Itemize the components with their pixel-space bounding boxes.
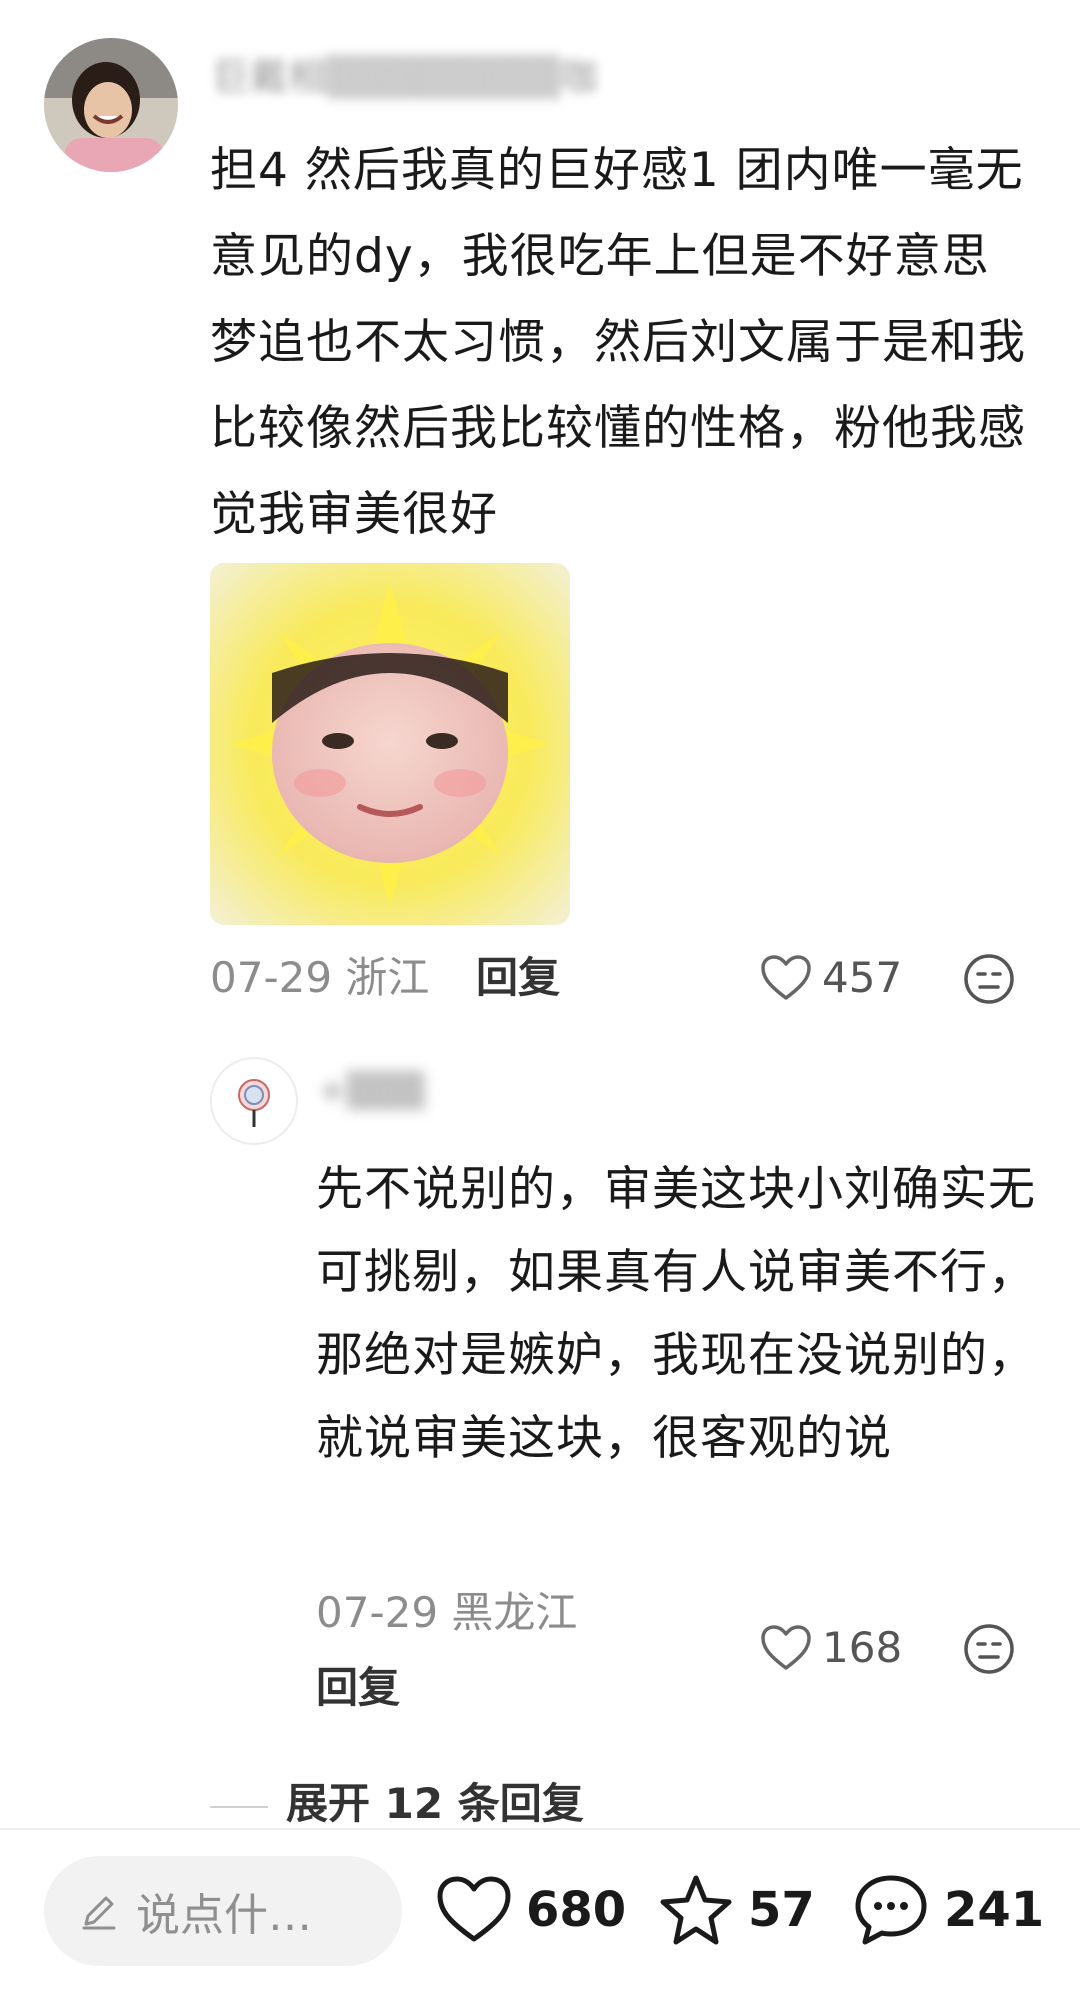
comment-like-button[interactable]: 457 — [760, 950, 902, 1006]
emoji-face-icon[interactable] — [962, 1622, 1016, 1676]
comment-input-placeholder: 说点什… — [136, 1890, 312, 1941]
bottom-bar-divider — [0, 1828, 1080, 1830]
expand-replies-button[interactable]: 展开 12 条回复 — [286, 1776, 584, 1832]
heart-outline-icon — [760, 954, 812, 1002]
reply-like-count: 168 — [822, 1623, 903, 1672]
heart-icon — [436, 1875, 512, 1945]
comment-date-location: 07-29 浙江 — [210, 953, 430, 1002]
pencil-icon — [78, 1890, 120, 1932]
comment-text: 担4 然后我真的巨好感1 团内唯一毫无意见的dy，我很吃年上但是不好意思梦追也不… — [210, 143, 1026, 542]
comment-like-count: 457 — [822, 953, 903, 1002]
reply-text: 先不说别的，审美这块小刘确实无可挑剔，如果真有人说审美不行，那绝对是嫉妒，我现在… — [316, 1162, 1036, 1466]
post-favorite-button[interactable]: 57 — [658, 1870, 815, 1950]
commenter-avatar[interactable] — [44, 38, 178, 172]
star-icon — [658, 1873, 734, 1947]
replier-avatar[interactable] — [210, 1057, 298, 1145]
reply-like-button[interactable]: 168 — [760, 1620, 902, 1676]
sun-face-sticker[interactable] — [210, 563, 570, 925]
post-comment-button[interactable]: 241 — [852, 1870, 1044, 1950]
heart-outline-icon — [760, 1624, 812, 1672]
commenter-username[interactable]: 巨戴相▒▒▒▒▒▒▒▒咖 — [212, 52, 682, 102]
reply-date-location: 07-29 黑龙江 — [316, 1588, 578, 1637]
post-favorite-count: 57 — [748, 1882, 815, 1938]
replier-username[interactable]: +▒▒▒ — [318, 1058, 538, 1124]
comment-input[interactable]: 说点什… — [44, 1856, 402, 1966]
post-like-count: 680 — [526, 1882, 627, 1938]
comment-reply-button[interactable]: 回复 — [476, 950, 560, 1006]
reply-reply-button[interactable]: 回复 — [316, 1660, 400, 1716]
post-like-button[interactable]: 680 — [436, 1870, 626, 1950]
emoji-face-icon[interactable] — [962, 952, 1016, 1006]
expand-divider — [210, 1806, 268, 1808]
chat-bubble-icon — [852, 1872, 930, 1948]
post-comment-count: 241 — [944, 1882, 1045, 1938]
